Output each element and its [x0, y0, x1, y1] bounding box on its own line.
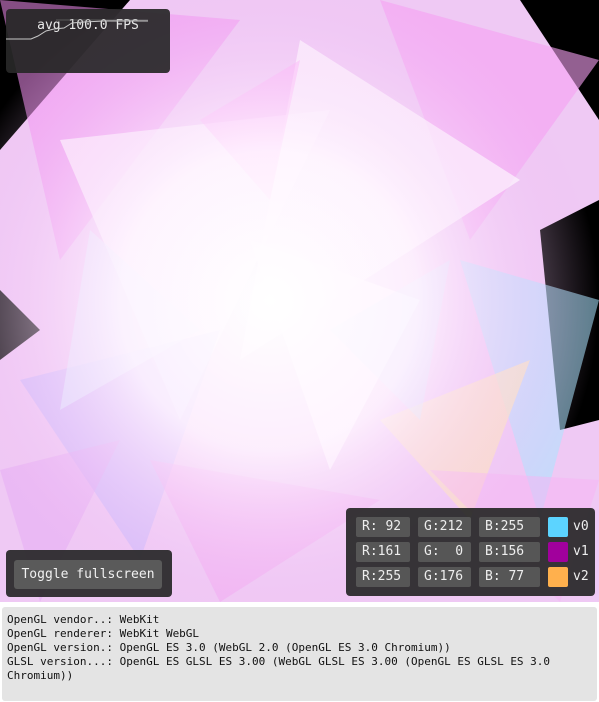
v1-label: v1 — [573, 544, 589, 559]
v2-green-value[interactable]: G:176 — [418, 567, 471, 587]
v1-green-value[interactable]: G: 0 — [418, 542, 471, 562]
v0-blue-value[interactable]: B:255 — [479, 517, 540, 537]
v2-label: v2 — [573, 569, 589, 584]
v1-color-swatch[interactable] — [548, 542, 568, 562]
gl-version-text: OpenGL version.: OpenGL ES 3.0 (WebGL 2.… — [7, 641, 451, 654]
v0-green-value[interactable]: G:212 — [418, 517, 471, 537]
v2-blue-value[interactable]: B: 77 — [479, 567, 540, 587]
v2-red-value[interactable]: R:255 — [356, 567, 410, 587]
fps-panel: avg 100.0 FPS — [6, 9, 170, 73]
fullscreen-panel: Toggle fullscreen — [6, 550, 172, 597]
fps-graph — [6, 19, 148, 40]
gl-vendor-text: OpenGL vendor..: WebKit — [7, 613, 160, 626]
toggle-fullscreen-button[interactable]: Toggle fullscreen — [14, 560, 162, 589]
v0-label: v0 — [573, 519, 589, 534]
glsl-version-text: GLSL version...: OpenGL ES GLSL ES 3.00 … — [7, 655, 557, 682]
gl-info-panel: OpenGL vendor..: WebKit OpenGL renderer:… — [2, 607, 597, 701]
webgl-canvas[interactable]: avg 100.0 FPS Toggle fullscreen R: 92 G:… — [0, 0, 599, 602]
v1-blue-value[interactable]: B:156 — [479, 542, 540, 562]
vertex-color-panel: R: 92 G:212 B:255 v0 R:161 G: 0 B:156 v1… — [346, 508, 595, 596]
v2-color-swatch[interactable] — [548, 567, 568, 587]
v0-color-swatch[interactable] — [548, 517, 568, 537]
v1-red-value[interactable]: R:161 — [356, 542, 410, 562]
v0-red-value[interactable]: R: 92 — [356, 517, 410, 537]
gl-renderer-text: OpenGL renderer: WebKit WebGL — [7, 627, 200, 640]
